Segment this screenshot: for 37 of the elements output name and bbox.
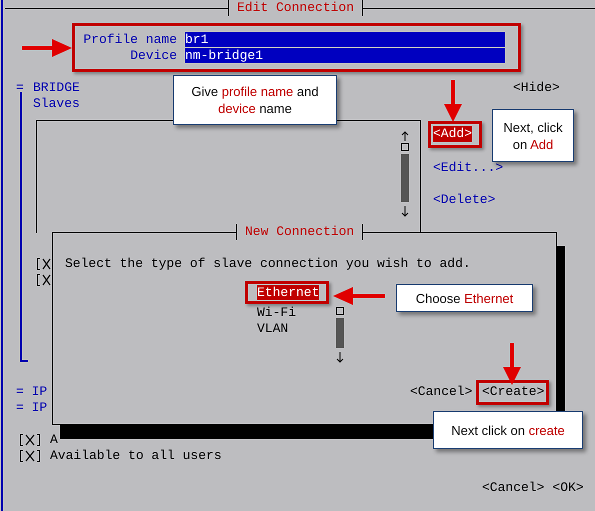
arrow-icon xyxy=(502,343,522,385)
callout: Next, click on Add xyxy=(492,109,574,162)
arrow-icon xyxy=(443,80,463,122)
section-title: BRIDGE xyxy=(33,80,80,96)
callout: Next click on create xyxy=(433,411,583,449)
list-action-button[interactable]: <Delete> xyxy=(433,192,496,208)
checkbox[interactable] xyxy=(36,274,51,286)
type-option[interactable]: VLAN xyxy=(257,321,288,336)
type-option[interactable]: Wi-Fi xyxy=(257,305,296,320)
text-field[interactable]: br1 xyxy=(185,32,505,47)
checkbox-label: Available to all users xyxy=(50,448,222,464)
list-action-button[interactable]: <Edit...> xyxy=(433,160,504,176)
highlight-frame xyxy=(428,121,482,148)
checkbox[interactable] xyxy=(36,258,51,270)
list-action-button[interactable]: <Add> xyxy=(433,126,472,142)
callout: Choose Ethernet xyxy=(396,284,533,312)
section-header[interactable]: = IP xyxy=(16,400,48,416)
prompt-text: Select the type of slave connection you wish to add. xyxy=(65,256,471,272)
checkbox-label: A xyxy=(50,432,58,448)
dialog-button[interactable]: <OK> xyxy=(552,480,584,496)
dialog-title: New Connection xyxy=(236,224,364,240)
hide-button[interactable]: <Hide> xyxy=(513,80,560,96)
field-label: Profile name xyxy=(83,32,177,48)
window-title: Edit Connection xyxy=(228,0,364,16)
text-field[interactable]: nm-bridge1 xyxy=(185,48,505,63)
dialog-button[interactable]: <Cancel> xyxy=(410,384,472,400)
dialog-button[interactable]: <Cancel> xyxy=(482,480,544,496)
checkbox[interactable] xyxy=(19,434,41,446)
section-header[interactable]: = IP xyxy=(16,384,48,400)
slaves-label: Slaves xyxy=(33,96,80,112)
callout: Give profile name and device name xyxy=(173,75,337,125)
field-label: Device xyxy=(130,48,177,64)
type-option[interactable]: Ethernet xyxy=(257,285,320,300)
checkbox[interactable] xyxy=(19,450,41,462)
arrow-icon xyxy=(22,38,72,58)
arrow-icon xyxy=(333,286,385,306)
section-marker: = xyxy=(16,80,24,96)
